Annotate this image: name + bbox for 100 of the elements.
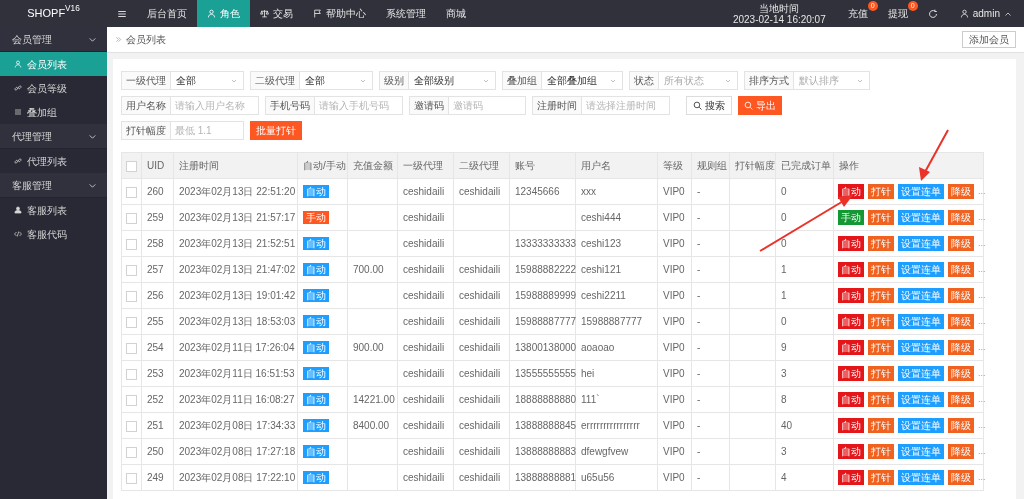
action-button[interactable]: 降级 — [948, 184, 974, 199]
more-button[interactable]: ... — [978, 418, 986, 433]
checkbox[interactable] — [126, 368, 137, 380]
select-field[interactable]: 叠加组 全部叠加组 — [502, 71, 623, 90]
select-field[interactable]: 排序方式 默认排序 — [744, 71, 870, 90]
select-field[interactable]: 状态 所有状态 — [629, 71, 738, 90]
nav-tab[interactable]: 帮助中心 — [303, 0, 376, 27]
action-button[interactable]: 打针 — [868, 262, 894, 277]
more-button[interactable]: ... — [978, 470, 986, 485]
sidebar-item[interactable]: 会员等级 — [0, 76, 107, 100]
nav-tab[interactable]: 后台首页 — [137, 0, 197, 27]
action-button[interactable]: 降级 — [948, 314, 974, 329]
action-button[interactable]: 打针 — [868, 288, 894, 303]
action-button[interactable]: 设置连单 — [898, 314, 944, 329]
select-field[interactable]: 一级代理 全部 — [121, 71, 244, 90]
search-button[interactable]: 搜索 — [686, 96, 732, 115]
action-button[interactable]: 设置连单 — [898, 366, 944, 381]
sidebar-group[interactable]: 会员管理 — [0, 27, 107, 52]
action-button[interactable]: 打针 — [868, 418, 894, 433]
checkbox[interactable] — [126, 264, 137, 276]
export-button[interactable]: 导出 — [738, 96, 782, 115]
checkbox[interactable] — [126, 394, 137, 406]
action-button[interactable]: 降级 — [948, 444, 974, 459]
user-menu[interactable]: admin — [947, 0, 1024, 27]
input-field[interactable]: 请输入用户名称 — [171, 96, 259, 115]
checkbox[interactable] — [126, 420, 137, 432]
action-button[interactable]: 打针 — [868, 210, 894, 225]
action-button[interactable]: 打针 — [868, 340, 894, 355]
add-member-button[interactable]: 添加会员 — [962, 31, 1016, 48]
select-field[interactable]: 二级代理 全部 — [250, 71, 373, 90]
action-button[interactable]: 设置连单 — [898, 288, 944, 303]
action-button[interactable]: 设置连单 — [898, 236, 944, 251]
action-button[interactable]: 打针 — [868, 366, 894, 381]
sidebar-item[interactable]: 客服代码 — [0, 222, 107, 246]
action-button[interactable]: 设置连单 — [898, 262, 944, 277]
checkbox[interactable] — [126, 342, 137, 354]
checkbox[interactable] — [126, 472, 137, 484]
action-button[interactable]: 手动 — [838, 210, 864, 225]
action-button[interactable]: 自动 — [838, 418, 864, 433]
action-button[interactable]: 设置连单 — [898, 392, 944, 407]
more-button[interactable]: ... — [978, 262, 986, 277]
action-button[interactable]: 设置连单 — [898, 184, 944, 199]
checkbox[interactable] — [126, 160, 137, 172]
action-button[interactable]: 设置连单 — [898, 210, 944, 225]
action-button[interactable]: 降级 — [948, 470, 974, 485]
action-button[interactable]: 自动 — [838, 236, 864, 251]
checkbox[interactable] — [126, 186, 137, 198]
batch-inject-button[interactable]: 批量打针 — [250, 121, 302, 140]
action-button[interactable]: 降级 — [948, 340, 974, 355]
nav-tab[interactable]: 商城 — [436, 0, 476, 27]
action-button[interactable]: 降级 — [948, 262, 974, 277]
action-button[interactable]: 打针 — [868, 184, 894, 199]
action-button[interactable]: 自动 — [838, 444, 864, 459]
nav-tab[interactable]: 交易 — [250, 0, 303, 27]
more-button[interactable]: ... — [978, 184, 986, 199]
action-button[interactable]: 降级 — [948, 288, 974, 303]
action-button[interactable]: 自动 — [838, 288, 864, 303]
action-button[interactable]: 降级 — [948, 418, 974, 433]
action-button[interactable]: 打针 — [868, 444, 894, 459]
select-field[interactable]: 级别 全部级别 — [379, 71, 496, 90]
more-button[interactable]: ... — [978, 236, 986, 251]
action-button[interactable]: 设置连单 — [898, 340, 944, 355]
action-button[interactable]: 打针 — [868, 392, 894, 407]
checkbox[interactable] — [126, 290, 137, 302]
sidebar-item[interactable]: 代理列表 — [0, 149, 107, 173]
checkbox[interactable] — [126, 316, 137, 328]
checkbox[interactable] — [126, 212, 137, 224]
action-button[interactable]: 自动 — [838, 392, 864, 407]
more-button[interactable]: ... — [978, 288, 986, 303]
action-button[interactable]: 降级 — [948, 392, 974, 407]
more-button[interactable]: ... — [978, 314, 986, 329]
input-field[interactable]: 请选择注册时间 — [582, 96, 670, 115]
action-button[interactable]: 自动 — [838, 184, 864, 199]
checkbox[interactable] — [126, 238, 137, 250]
more-button[interactable]: ... — [978, 366, 986, 381]
nav-tab[interactable]: 系统管理 — [376, 0, 436, 27]
action-button[interactable]: 自动 — [838, 470, 864, 485]
more-button[interactable]: ... — [978, 340, 986, 355]
action-button[interactable]: 设置连单 — [898, 470, 944, 485]
action-button[interactable]: 设置连单 — [898, 418, 944, 433]
action-button[interactable]: 降级 — [948, 236, 974, 251]
action-button[interactable]: 设置连单 — [898, 444, 944, 459]
action-button[interactable]: 降级 — [948, 366, 974, 381]
sidebar-group[interactable]: 代理管理 — [0, 124, 107, 149]
sidebar-item[interactable]: 叠加组 — [0, 100, 107, 124]
action-button[interactable]: 打针 — [868, 236, 894, 251]
more-button[interactable]: ... — [978, 392, 986, 407]
sidebar-item[interactable]: 客服列表 — [0, 198, 107, 222]
sidebar-group[interactable]: 客服管理 — [0, 173, 107, 198]
action-button[interactable]: 降级 — [948, 210, 974, 225]
action-button[interactable]: 自动 — [838, 314, 864, 329]
sidebar-item[interactable]: 会员列表 — [0, 52, 107, 76]
input-field[interactable]: 邀请码 — [449, 96, 526, 115]
input-field[interactable]: 最低 1.1 — [171, 121, 244, 140]
action-button[interactable]: 打针 — [868, 314, 894, 329]
more-button[interactable]: ... — [978, 444, 986, 459]
action-button[interactable]: 自动 — [838, 366, 864, 381]
nav-tab[interactable]: 角色 — [197, 0, 250, 27]
input-field[interactable]: 请输入手机号码 — [315, 96, 403, 115]
action-button[interactable]: 自动 — [838, 340, 864, 355]
